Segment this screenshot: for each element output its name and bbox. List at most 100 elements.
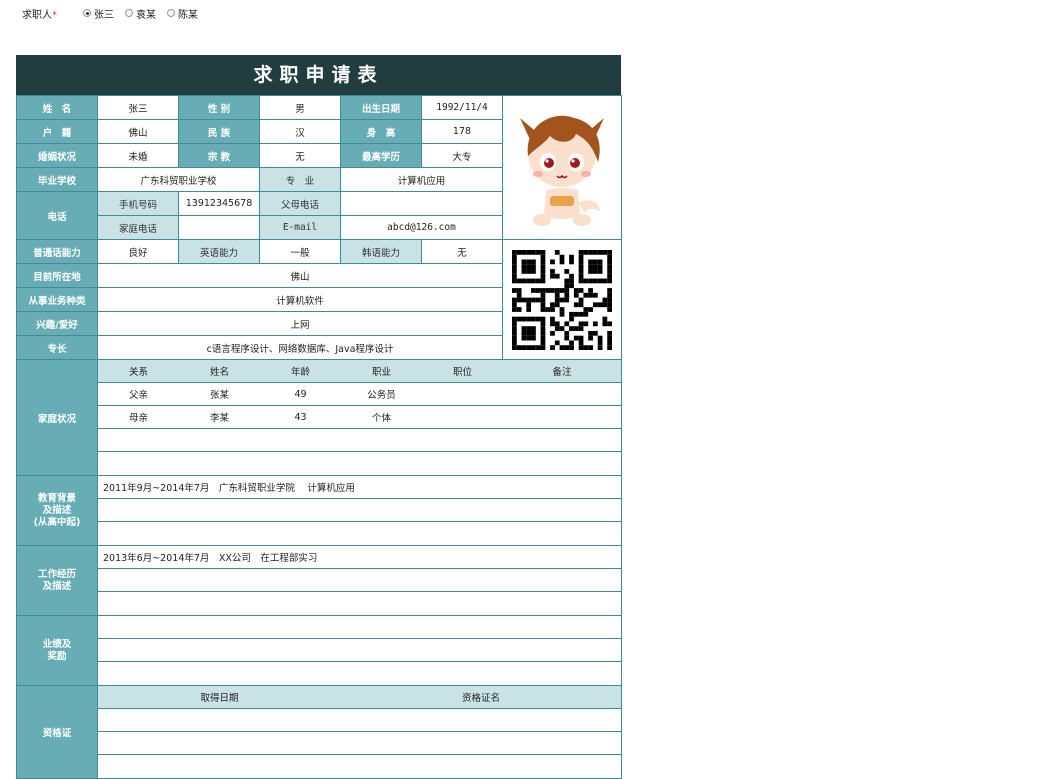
hukou-label: 户 籍 xyxy=(16,119,98,144)
industry-label: 从事业务种类 xyxy=(16,287,98,312)
cert-header-date: 取得日期 xyxy=(200,693,239,704)
korean-label: 韩语能力 xyxy=(340,239,422,264)
family-header-name: 姓名 xyxy=(209,367,229,378)
gender-label: 性 别 xyxy=(178,95,260,120)
name-label: 姓 名 xyxy=(16,95,98,120)
home-phone-label: 家庭电话 xyxy=(97,215,179,240)
specialty-value: c语言程序设计、网络数据库、Java程序设计 xyxy=(97,335,503,360)
location-value: 佛山 xyxy=(97,263,503,288)
korean-value: 无 xyxy=(421,239,503,264)
hobby-label: 兴趣/爱好 xyxy=(16,311,98,336)
table-row: 母亲 李某 43 个体 xyxy=(98,406,621,429)
work-rows: 2013年6月~2014年7月 XX公司 在工程部实习 xyxy=(98,547,621,615)
education-label: 教育背景 及描述 (从高中起) xyxy=(16,475,98,546)
applicant-radio-yuan[interactable]: 袁某 xyxy=(125,6,156,21)
table-row: 父亲 张某 49 公务员 xyxy=(98,383,621,406)
birth-label: 出生日期 xyxy=(340,95,422,120)
home-phone-value xyxy=(178,215,260,240)
email-value: abcd@126.com xyxy=(340,215,503,240)
job-application-form: 求职申请表 姓 名 张三 性 别 男 出生日期 1992/11/4 户 籍 佛山… xyxy=(16,55,622,779)
list-item: 2013年6月~2014年7月 XX公司 在工程部实习 xyxy=(98,547,621,569)
family-header-job: 职业 xyxy=(371,367,391,378)
family-label: 家庭状况 xyxy=(16,359,98,476)
education-cell: 2011年9月~2014年7月 广东科贸职业学院 计算机应用 xyxy=(97,475,622,546)
family-header-position: 职位 xyxy=(452,367,472,378)
mobile-value: 13912345678 xyxy=(178,191,260,216)
applicant-label: 求职人* xyxy=(22,9,57,21)
school-value: 广东科贸职业学校 xyxy=(97,167,260,192)
major-label: 专 业 xyxy=(259,167,341,192)
cert-cell: 取得日期 资格证名 xyxy=(97,685,622,779)
achievement-rows xyxy=(98,617,621,685)
mandarin-value: 良好 xyxy=(97,239,179,264)
cert-label: 资格证 xyxy=(16,685,98,779)
applicant-selector: 求职人* 张三 袁某 陈某 xyxy=(22,6,209,21)
list-item: 2011年9月~2014年7月 广东科贸职业学院 计算机应用 xyxy=(98,477,621,499)
form-title: 求职申请表 xyxy=(16,55,621,95)
religion-label: 宗 教 xyxy=(178,143,260,168)
table-row xyxy=(98,709,621,732)
industry-value: 计算机软件 xyxy=(97,287,503,312)
info-table: 姓 名 张三 性 别 男 出生日期 1992/11/4 户 籍 佛山 民 族 汉… xyxy=(16,95,622,779)
list-item xyxy=(98,499,621,522)
english-label: 英语能力 xyxy=(178,239,260,264)
mobile-label: 手机号码 xyxy=(97,191,179,216)
achievement-label: 业绩及 奖励 xyxy=(16,615,98,686)
radio-unselected-icon[interactable] xyxy=(125,9,133,17)
name-value: 张三 xyxy=(97,95,179,120)
list-item xyxy=(99,662,621,685)
ethnic-label: 民 族 xyxy=(178,119,260,144)
major-value: 计算机应用 xyxy=(340,167,503,192)
edu-label: 最高学历 xyxy=(340,143,422,168)
email-label: E-mail xyxy=(259,215,341,240)
school-label: 毕业学校 xyxy=(16,167,98,192)
qr-cell xyxy=(502,239,622,360)
english-value: 一般 xyxy=(259,239,341,264)
achievement-cell xyxy=(97,615,622,686)
family-header-row: 关系 姓名 年龄 职业 职位 备注 xyxy=(98,360,621,383)
family-header-age: 年龄 xyxy=(290,367,310,378)
list-item xyxy=(99,522,621,545)
education-rows: 2011年9月~2014年7月 广东科贸职业学院 计算机应用 xyxy=(98,477,621,545)
hobby-value: 上网 xyxy=(97,311,503,336)
height-label: 身 高 xyxy=(340,119,422,144)
family-table: 关系 姓名 年龄 职业 职位 备注 父亲 张某 49 公务员 母亲 李某 43 … xyxy=(98,360,621,475)
hukou-value: 佛山 xyxy=(97,119,179,144)
list-item xyxy=(98,569,621,592)
table-row xyxy=(99,755,621,778)
gender-value: 男 xyxy=(259,95,341,120)
qr-code-icon xyxy=(512,249,612,350)
cert-header-name: 资格证名 xyxy=(461,693,500,704)
mandarin-label: 普通话能力 xyxy=(16,239,98,264)
religion-value: 无 xyxy=(259,143,341,168)
applicant-radio-chen[interactable]: 陈某 xyxy=(167,6,198,21)
family-header-relation: 关系 xyxy=(128,367,148,378)
specialty-label: 专长 xyxy=(16,335,98,360)
edu-value: 大专 xyxy=(421,143,503,168)
ethnic-value: 汉 xyxy=(259,119,341,144)
cartoon-avatar-icon xyxy=(520,115,604,226)
parent-phone-label: 父母电话 xyxy=(259,191,341,216)
work-cell: 2013年6月~2014年7月 XX公司 在工程部实习 xyxy=(97,545,622,616)
marital-value: 未婚 xyxy=(97,143,179,168)
radio-unselected-icon[interactable] xyxy=(167,9,175,17)
family-header-remark: 备注 xyxy=(552,367,572,378)
cert-table: 取得日期 资格证名 xyxy=(98,686,621,778)
list-item xyxy=(99,592,621,615)
cert-header-row: 取得日期 资格证名 xyxy=(98,686,621,709)
height-value: 178 xyxy=(421,119,503,144)
table-row xyxy=(99,452,621,475)
table-row xyxy=(98,732,621,755)
list-item xyxy=(98,617,621,639)
birth-value: 1992/11/4 xyxy=(421,95,503,120)
location-label: 目前所在地 xyxy=(16,263,98,288)
table-row xyxy=(98,429,621,452)
family-table-cell: 关系 姓名 年龄 职业 职位 备注 父亲 张某 49 公务员 母亲 李某 43 … xyxy=(97,359,622,476)
phone-label: 电话 xyxy=(16,191,98,240)
radio-selected-icon[interactable] xyxy=(83,9,91,17)
marital-label: 婚姻状况 xyxy=(16,143,98,168)
parent-phone-value xyxy=(340,191,503,216)
applicant-radio-zhangsan[interactable]: 张三 xyxy=(83,6,114,21)
work-label: 工作经历 及描述 xyxy=(16,545,98,616)
list-item xyxy=(98,639,621,662)
